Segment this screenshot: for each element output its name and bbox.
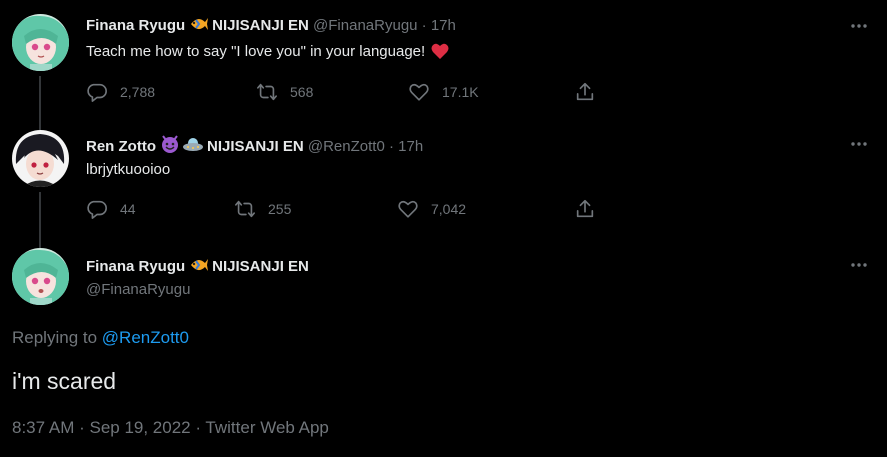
tweet-actions: 2,788 568 17.1K (86, 81, 606, 103)
org-name: NIJISANJI EN (212, 17, 309, 34)
thread-line (39, 76, 41, 120)
avatar[interactable] (12, 130, 69, 187)
thread-line (39, 120, 41, 130)
share-icon (576, 199, 594, 218)
tweet-text: Teach me how to say "I love you" in your… (86, 42, 449, 66)
heart-icon (409, 83, 429, 101)
tweet-time[interactable]: 17h (431, 17, 456, 34)
separator: · (388, 138, 394, 155)
reply-count: 2,788 (120, 84, 156, 100)
replying-to: Replying to @RenZott0 (12, 328, 189, 348)
display-name[interactable]: Finana Ryugu (86, 258, 185, 275)
tweet-time[interactable]: 17h (398, 138, 423, 155)
thread-line (39, 192, 41, 238)
org-name: NIJISANJI EN (212, 258, 309, 275)
handle[interactable]: @RenZott0 (308, 138, 385, 155)
replying-prefix: Replying to (12, 328, 98, 347)
reply-count: 44 (120, 201, 136, 217)
red-heart-icon (431, 43, 449, 66)
tweet-header: Ren Zotto NIJISANJI EN @RenZott0 · 17h (86, 134, 423, 160)
like-button[interactable]: 7,042 (397, 198, 466, 220)
reply-icon (87, 200, 107, 219)
tropical-fish-icon (189, 256, 209, 280)
retweet-icon (235, 200, 255, 218)
retweet-button[interactable]: 568 (256, 81, 313, 103)
reply-button[interactable]: 44 (86, 198, 136, 220)
display-name[interactable]: Ren Zotto (86, 138, 156, 155)
ufo-icon (182, 136, 204, 160)
display-name[interactable]: Finana Ryugu (86, 17, 185, 34)
heart-icon (398, 200, 418, 218)
avatar[interactable] (12, 14, 69, 71)
retweet-icon (257, 83, 277, 101)
reply-button[interactable]: 2,788 (86, 81, 155, 103)
retweet-count: 568 (290, 84, 314, 100)
share-button[interactable] (574, 198, 596, 220)
tweet-actions: 44 255 7,042 (86, 198, 606, 220)
tweet-text: lbrjytkuooioo (86, 161, 171, 178)
retweet-button[interactable]: 255 (234, 198, 291, 220)
replying-to-link[interactable]: @RenZott0 (102, 328, 189, 347)
reply-icon (87, 83, 107, 102)
handle[interactable]: @FinanaRyugu (86, 280, 190, 300)
like-count: 7,042 (431, 201, 467, 217)
like-button[interactable]: 17.1K (408, 81, 479, 103)
main-tweet-text: i'm scared (12, 368, 117, 394)
tweet-header: Finana Ryugu NIJISANJI EN @FinanaRyugu ·… (86, 15, 456, 39)
more-options-icon[interactable] (849, 255, 869, 275)
separator: · (421, 17, 427, 34)
tweet-text-content: Teach me how to say "I love you" in your… (86, 43, 426, 60)
org-name: NIJISANJI EN (206, 138, 304, 155)
tweet-ren[interactable]: Ren Zotto NIJISANJI EN @RenZott0 · 17h l… (0, 120, 887, 238)
smiling-devil-icon (160, 134, 180, 160)
share-button[interactable] (574, 81, 596, 103)
tweet-timestamp[interactable]: 8:37 AM · Sep 19, 2022 · Twitter Web App (12, 418, 329, 438)
retweet-count: 255 (268, 201, 292, 217)
share-icon (576, 82, 594, 101)
tweet-finana-1[interactable]: Finana Ryugu NIJISANJI EN @FinanaRyugu ·… (0, 0, 887, 120)
handle[interactable]: @FinanaRyugu (313, 17, 417, 34)
tropical-fish-icon (189, 15, 209, 39)
more-options-icon[interactable] (849, 16, 869, 36)
tweet-header: Finana Ryugu NIJISANJI EN (86, 256, 309, 280)
thread-line (39, 238, 41, 248)
like-count: 17.1K (442, 84, 479, 100)
avatar[interactable] (12, 248, 69, 305)
more-options-icon[interactable] (849, 134, 869, 154)
